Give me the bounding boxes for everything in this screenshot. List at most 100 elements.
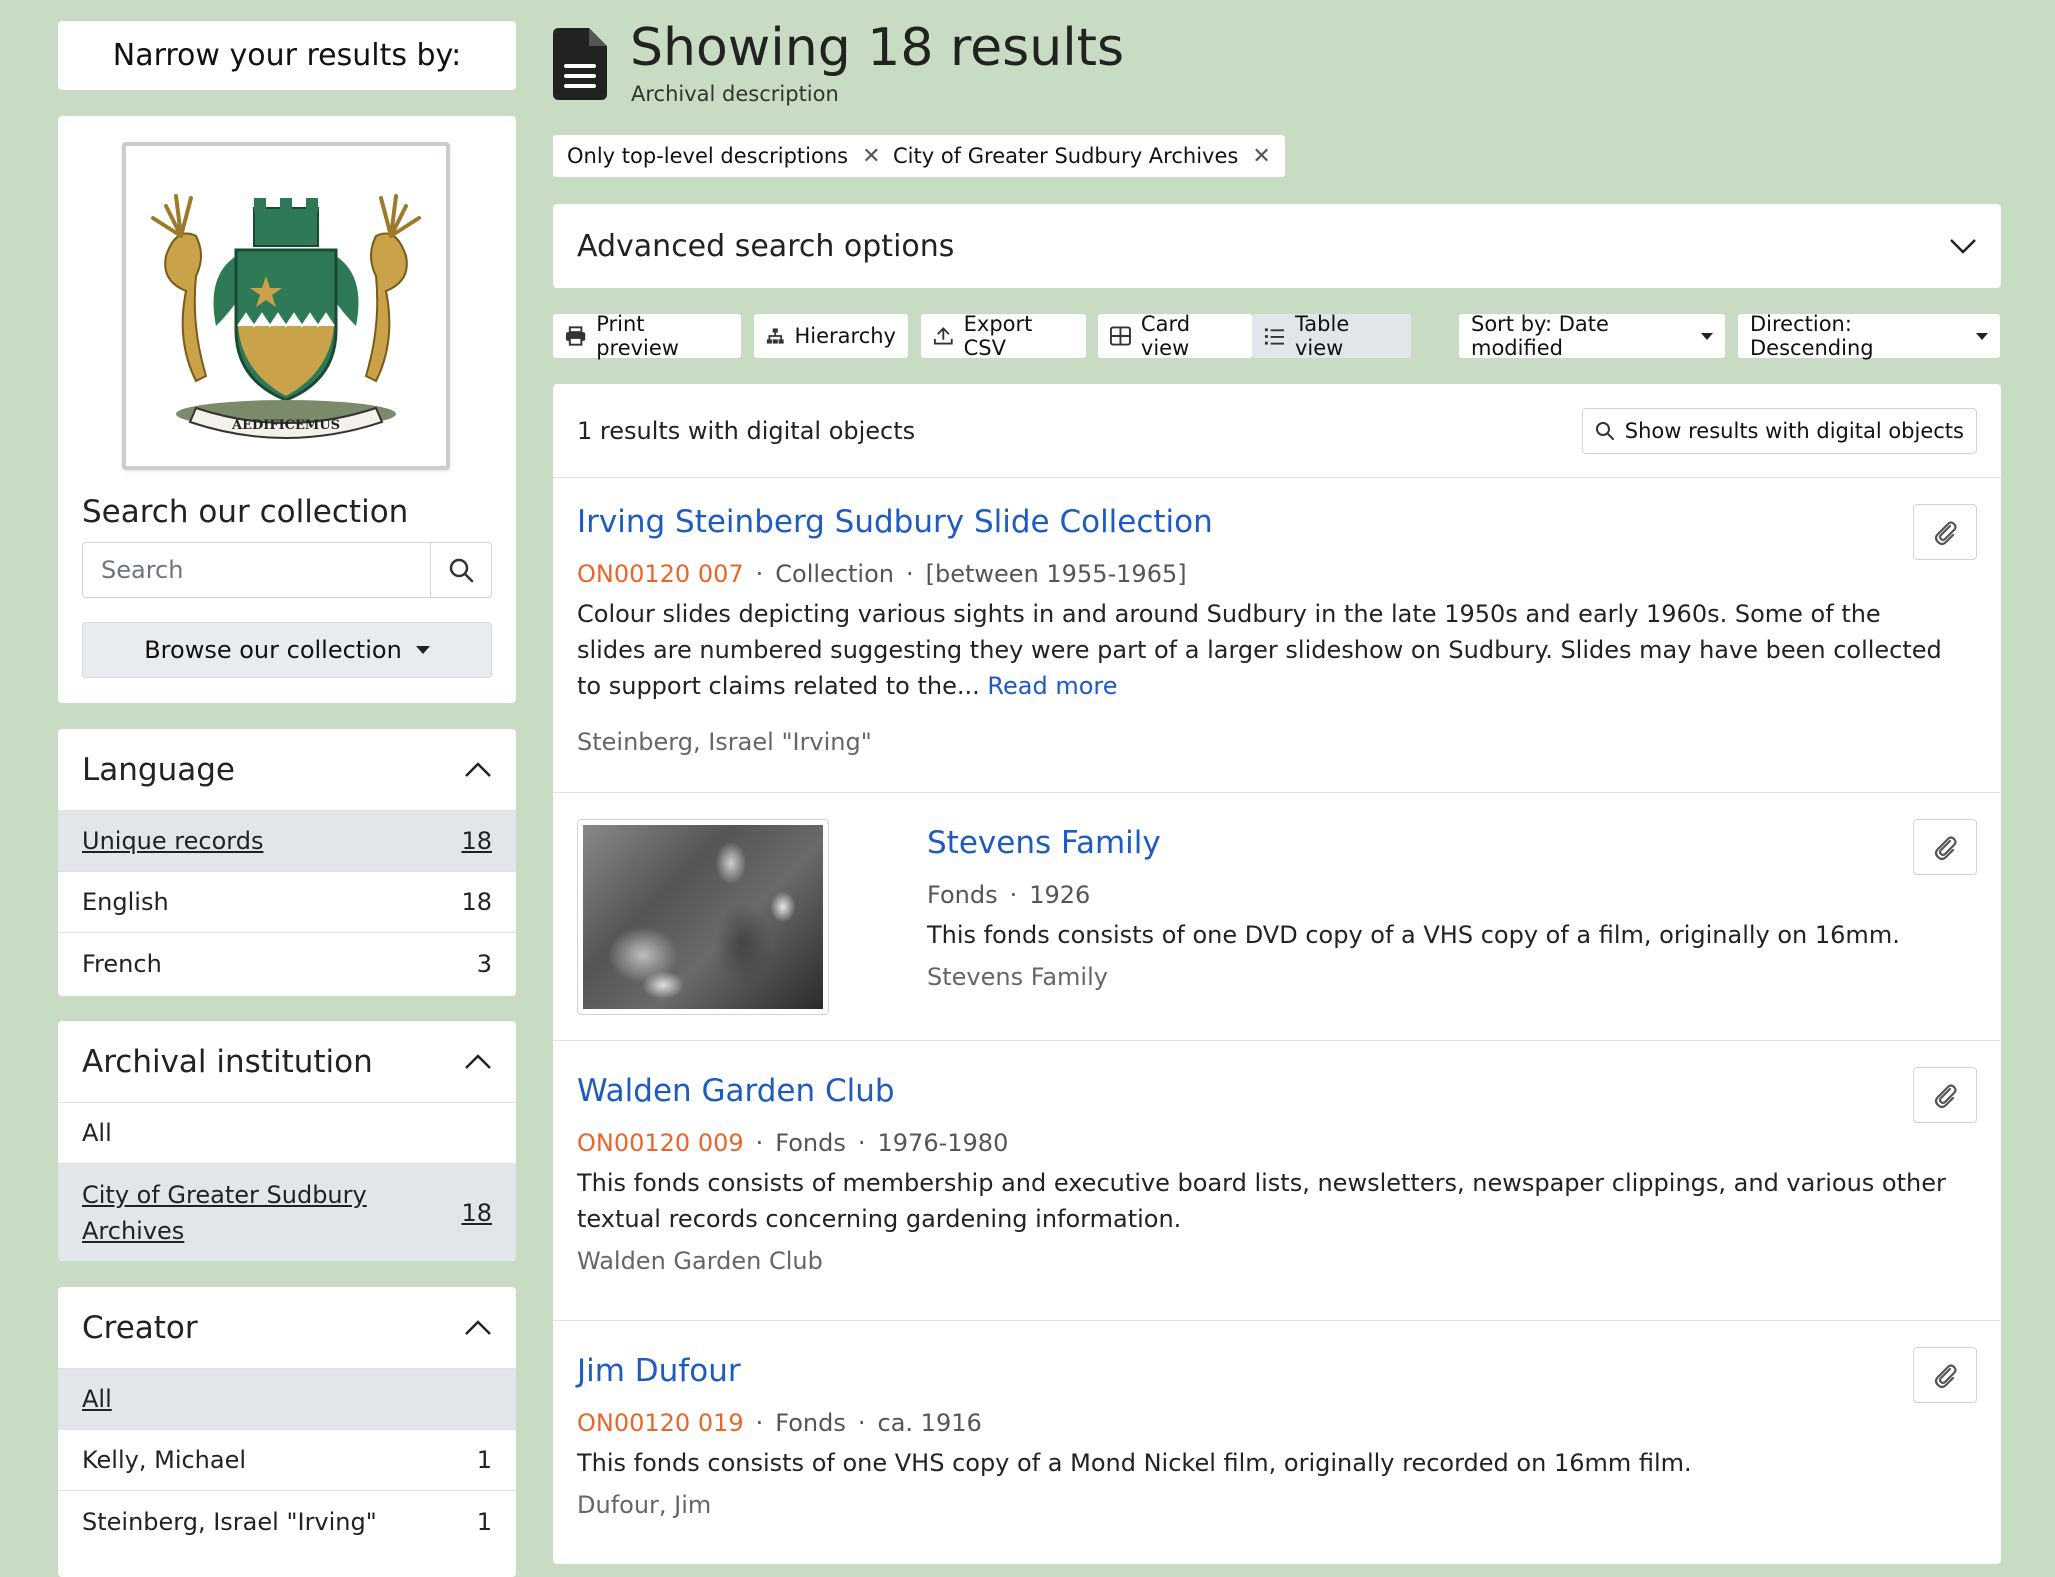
facet-row-sudbury-archives[interactable]: City of Greater Sudbury Archives 18 [58, 1164, 516, 1261]
result-description: This fonds consists of one VHS copy of a… [577, 1449, 1692, 1477]
results-panel: 1 results with digital objects Show resu… [553, 384, 2001, 1564]
browse-collection-button[interactable]: Browse our collection [82, 622, 492, 678]
thumbnail-image [583, 825, 823, 1009]
list-icon [1264, 328, 1284, 345]
facet-institution-header[interactable]: Archival institution [58, 1021, 516, 1103]
facet-row-count: 3 [476, 949, 492, 978]
page-title: Showing 18 results [630, 18, 1125, 78]
result-date: 1926 [1029, 881, 1091, 909]
page-subtitle: Archival description [631, 82, 839, 106]
facet-row-steinberg-israel[interactable]: Steinberg, Israel "Irving" 1 [58, 1491, 516, 1552]
export-csv-button[interactable]: Export CSV [921, 312, 1086, 360]
digital-objects-summary: 1 results with digital objects [577, 416, 916, 445]
result-item: Stevens Family Fonds · 1926 This fonds con… [553, 793, 2001, 1041]
chevron-up-icon [465, 1053, 491, 1069]
facet-row-label: Unique records [82, 827, 264, 855]
result-description: Colour slides depicting various sights i… [577, 596, 1947, 704]
result-date: 1976-1980 [877, 1129, 1009, 1157]
paperclip-icon [1934, 836, 1957, 861]
result-item: Walden Garden Club ON00120 009 · Fonds · 197… [553, 1041, 2001, 1321]
read-more-link[interactable]: Read more [987, 672, 1117, 700]
facet-row-count: 18 [461, 1198, 492, 1227]
result-title-link[interactable]: Stevens Family [927, 825, 1161, 861]
facet-row-english[interactable]: English 18 [58, 872, 516, 933]
search-input[interactable] [83, 543, 430, 597]
clipboard-button[interactable] [1913, 1067, 1977, 1123]
search-button[interactable] [430, 543, 491, 597]
facet-language: Language Unique records 18 English 18 Fr… [58, 729, 516, 996]
search-collection-title: Search our collection [82, 494, 409, 530]
search-icon [1595, 421, 1614, 440]
facet-row-all-creators[interactable]: All [58, 1369, 516, 1430]
hierarchy-button[interactable]: Hierarchy [754, 314, 908, 358]
facet-row-label: English [82, 888, 169, 916]
result-level: Fonds [775, 1129, 846, 1157]
result-date: [between 1955-1965] [925, 560, 1187, 588]
direction-dropdown[interactable]: Direction: Descending [1738, 312, 2000, 360]
facet-creator-header[interactable]: Creator [58, 1287, 516, 1369]
table-view-button[interactable]: Table view [1252, 312, 1411, 360]
clipboard-button[interactable] [1913, 819, 1977, 875]
digital-objects-bar: 1 results with digital objects Show resu… [553, 384, 2001, 478]
upload-icon [933, 327, 953, 345]
narrow-results-label: Narrow your results by: [112, 38, 462, 73]
facet-institution: Archival institution All City of Greater… [58, 1021, 516, 1261]
facet-row-label: Steinberg, Israel "Irving" [82, 1507, 377, 1536]
result-creator: Steinberg, Israel "Irving" [577, 728, 872, 756]
result-thumbnail[interactable] [577, 819, 829, 1015]
result-title-link[interactable]: Jim Dufour [577, 1353, 741, 1389]
sitemap-icon [766, 328, 784, 344]
caret-down-icon [415, 646, 430, 654]
result-title-link[interactable]: Irving Steinberg Sudbury Slide Collectio… [577, 504, 1213, 540]
clipboard-button[interactable] [1913, 504, 1977, 560]
facet-row-label: City of Greater Sudbury Archives [82, 1180, 367, 1245]
facet-row-label: French [82, 949, 162, 978]
paperclip-icon [1934, 521, 1957, 546]
show-digital-objects-button[interactable]: Show results with digital objects [1581, 407, 1977, 454]
print-preview-label: Print preview [596, 312, 679, 360]
facet-row-label: Kelly, Michael [82, 1446, 247, 1474]
browse-collection-label: Browse our collection [144, 636, 402, 664]
paperclip-icon [1934, 1084, 1957, 1109]
show-digital-objects-label: Show results with digital objects [1624, 418, 1964, 443]
result-reference: ON00120 009 [577, 1129, 744, 1157]
clipboard-button[interactable] [1913, 1347, 1977, 1403]
result-item: Jim Dufour ON00120 019 · Fonds · ca. 1916 Th… [553, 1321, 2001, 1564]
facet-row-french[interactable]: French 3 [58, 933, 516, 994]
coat-of-arms-logo: AEDIFICEMUS [151, 194, 421, 439]
filter-chip-label: Only top-level descriptions [567, 144, 849, 168]
result-reference: ON00120 007 [577, 560, 744, 588]
result-meta: Fonds · 1926 [927, 881, 1091, 909]
table-view-label: Table view [1294, 312, 1350, 360]
result-meta: ON00120 007 · Collection · [between 1955-196… [577, 560, 1187, 588]
filter-chip-institution: City of Greater Sudbury Archives ✕ [879, 135, 1285, 177]
facet-row-all-institutions[interactable]: All [58, 1103, 516, 1164]
paperclip-icon [1934, 1364, 1957, 1389]
facet-row-count: 18 [461, 827, 492, 855]
result-level: Collection [775, 560, 894, 588]
result-title-link[interactable]: Walden Garden Club [577, 1073, 895, 1109]
result-meta: ON00120 009 · Fonds · 1976-1980 [577, 1129, 1009, 1157]
filter-chip-label: City of Greater Sudbury Archives [893, 144, 1239, 168]
search-icon [449, 558, 474, 583]
facet-row-unique-records[interactable]: Unique records 18 [58, 811, 516, 872]
chevron-down-icon [1950, 239, 1976, 254]
result-creator: Dufour, Jim [577, 1491, 712, 1519]
facet-language-header[interactable]: Language [58, 729, 516, 811]
remove-filter-icon[interactable]: ✕ [862, 144, 880, 169]
filter-chip-top-level: Only top-level descriptions ✕ [553, 135, 895, 177]
remove-filter-icon[interactable]: ✕ [1252, 144, 1270, 169]
chevron-up-icon [465, 761, 491, 777]
result-creator: Walden Garden Club [577, 1247, 823, 1275]
print-preview-button[interactable]: Print preview [553, 312, 741, 360]
export-csv-label: Export CSV [963, 312, 1033, 360]
facet-language-title: Language [82, 751, 235, 788]
result-meta: ON00120 019 · Fonds · ca. 1916 [577, 1409, 982, 1437]
facet-row-count: 18 [461, 888, 492, 916]
card-view-button[interactable]: Card view [1098, 312, 1252, 360]
sort-by-dropdown[interactable]: Sort by: Date modified [1459, 312, 1725, 360]
advanced-search-label: Advanced search options [577, 228, 955, 264]
advanced-search-toggle[interactable]: Advanced search options [553, 204, 2001, 288]
facet-row-kelly-michael[interactable]: Kelly, Michael 1 [58, 1430, 516, 1491]
repository-logo[interactable]: AEDIFICEMUS [122, 142, 450, 470]
